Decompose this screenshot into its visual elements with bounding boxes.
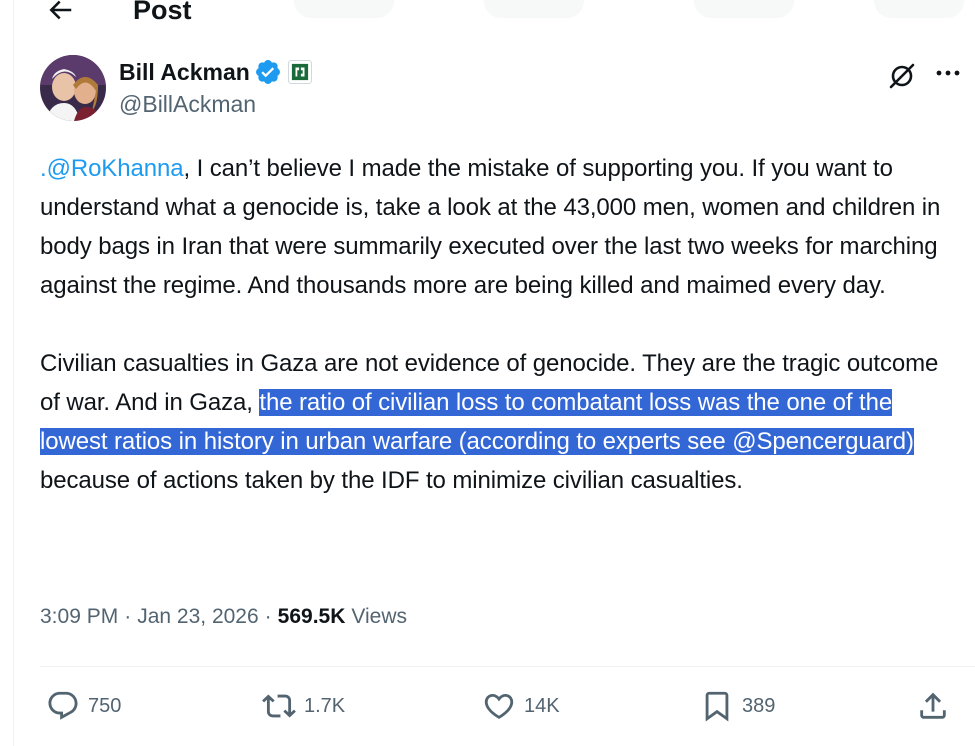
like-icon [484, 693, 514, 719]
tweet-meta: 3:09 PM · Jan 23, 2026 · 569.5K Views [40, 605, 407, 629]
bookmark-button[interactable]: 389 [700, 684, 775, 728]
back-button[interactable] [40, 0, 80, 30]
repost-button[interactable]: 1.7K [262, 684, 345, 728]
like-button[interactable]: 14K [482, 684, 560, 728]
views-label: Views [351, 605, 408, 628]
divider [40, 666, 975, 667]
grok-button[interactable] [884, 58, 920, 94]
left-border [13, 0, 14, 746]
views-count: 569.5K [277, 605, 346, 628]
tweet-text: .@RoKhanna, I can’t believe I made the m… [40, 149, 960, 500]
tweet-paragraph-1: .@RoKhanna, I can’t believe I made the m… [40, 149, 960, 305]
page-title: Post [133, 0, 192, 25]
post-time[interactable]: 3:09 PM [40, 605, 118, 629]
author-name[interactable]: Bill Ackman [119, 59, 250, 86]
meta-separator: · [264, 605, 272, 628]
author-name-row: Bill Ackman [119, 56, 312, 88]
verified-badge-icon[interactable] [254, 58, 282, 86]
tweet-paragraph-2: Civilian casualties in Gaza are not evid… [40, 344, 960, 500]
repost-icon [262, 694, 296, 718]
like-count: 14K [524, 694, 560, 717]
action-bar: 750 1.7K 14K 389 [40, 684, 961, 728]
header-blob [484, 0, 584, 18]
share-button[interactable] [916, 684, 950, 728]
bookmark-count: 389 [742, 694, 776, 717]
post-date[interactable]: Jan 23, 2026 [137, 605, 258, 629]
author-handle[interactable]: @BillAckman [119, 91, 256, 118]
back-arrow-icon [49, 0, 72, 20]
header-blob [294, 0, 394, 18]
reply-button[interactable]: 750 [46, 684, 121, 728]
header-blob [694, 0, 794, 18]
avatar[interactable] [40, 55, 106, 121]
bookmark-icon [705, 691, 729, 722]
grok-icon [889, 63, 915, 89]
more-button[interactable] [930, 58, 966, 94]
repost-count: 1.7K [304, 694, 346, 717]
share-icon [920, 692, 946, 719]
avatar-image [40, 55, 106, 121]
more-icon [936, 70, 960, 76]
tweet-text-run: because of actions taken by the IDF to m… [40, 467, 743, 494]
reply-icon [48, 691, 78, 720]
reply-count: 750 [88, 694, 122, 717]
mention-link[interactable]: .@RoKhanna [40, 155, 184, 182]
header-blob [874, 0, 964, 18]
affiliation-badge-icon[interactable] [287, 60, 312, 84]
meta-separator: · [124, 605, 132, 628]
